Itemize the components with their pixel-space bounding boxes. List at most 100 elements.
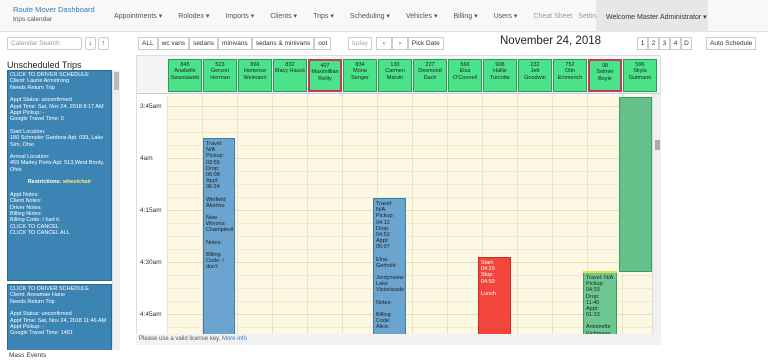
event-line: Appt: 06:24: [206, 178, 220, 191]
nav-item[interactable]: Imports ▾: [225, 12, 254, 20]
unscheduled-trips-list[interactable]: CLICK TO DRIVER SCHEDULE Client: Laurie A…: [7, 70, 120, 350]
driver-name: Macy Hauck: [274, 68, 306, 75]
nav-item[interactable]: Vehicles ▾: [406, 12, 438, 20]
calendar-event[interactable]: Travel: N/A Pickup: 03:55 Drop: 06:08 Appt: …: [203, 138, 235, 344]
calendar-event[interactable]: Start: 04:29 Stop: 04:59 Lunch: [478, 257, 511, 344]
driver-column-header[interactable]: 566 Elsa O'Connell: [448, 59, 482, 92]
event-line: Lunch: [481, 290, 496, 297]
calendar-scrollbar[interactable]: [652, 94, 661, 345]
driver-column-header[interactable]: 866 Hortense Weimann: [238, 59, 272, 92]
calendar-search-input[interactable]: Calendar Search: [7, 37, 82, 50]
view-button-1[interactable]: 2: [648, 37, 659, 50]
top-navbar: Route Mover Dashboard trips calendar App…: [0, 0, 768, 32]
trip-line: 459 Marley Ports Apt. 513,West Brody,: [10, 160, 105, 167]
half-line: [168, 184, 660, 185]
event-line: Drop: 04:52: [376, 225, 390, 239]
half-line: [168, 171, 660, 172]
view-button-3[interactable]: 4: [670, 37, 681, 50]
half-line: [168, 249, 660, 250]
event-line: Travel: N/A: [206, 141, 223, 154]
trip-card[interactable]: CLICK TO DRIVER SCHEDULE Client: Laurie A…: [7, 70, 112, 281]
driver-column-header[interactable]: 845 Anabelle Swaniawski: [168, 59, 202, 92]
driver-header-row: 845 Anabelle Swaniawski 523 Gerson Herman 86…: [137, 56, 660, 94]
event-line: Antoinette: [586, 324, 611, 331]
event-marker: [583, 271, 617, 273]
hour-line: [168, 262, 660, 263]
calendar-event[interactable]: Travel: N/A Pickup: 04:12 Drop: 04:52 Appt: …: [373, 198, 406, 344]
trip-line: 180 Schmeler Gardens Apt. 039, Lake: [10, 135, 104, 142]
driver-column-header[interactable]: 596 Skyla Gutmann: [623, 59, 657, 92]
driver-name: Olin Emmerich: [557, 68, 583, 81]
calendar-event[interactable]: [619, 97, 652, 272]
filter-button-4[interactable]: sedans & minivans: [251, 37, 315, 50]
driver-column-header[interactable]: 98 Selmer Boyle: [588, 59, 622, 92]
today-button[interactable]: today: [348, 37, 372, 50]
view-button-0[interactable]: 1: [637, 37, 648, 50]
mass-events-label[interactable]: Mass Events: [9, 352, 46, 359]
trips-scrollbar[interactable]: [112, 70, 120, 350]
nav-item[interactable]: Scheduling ▾: [350, 12, 390, 20]
half-line: [168, 223, 660, 224]
brand-subtitle: trips calendar: [13, 16, 53, 23]
time-gutter: [137, 95, 168, 344]
nav-item[interactable]: Rolodex ▾: [178, 12, 209, 20]
filter-button-0[interactable]: ALL: [138, 37, 158, 50]
event-line: Travel: N/A: [376, 201, 393, 214]
pick-date-button[interactable]: Pick Date: [407, 37, 444, 50]
brand-title[interactable]: Route Mover Dashboard: [13, 5, 95, 15]
half-line: [168, 132, 660, 133]
driver-name: Hortense Weimann: [243, 68, 267, 81]
filter-button-1[interactable]: wc vans: [157, 37, 190, 50]
driver-column-header[interactable]: 227 Desmond Dach: [413, 59, 447, 92]
date-nav-group: today ‹ › Pick Date: [348, 37, 444, 50]
event-line: Drop: 06:08: [206, 165, 220, 179]
current-date: November 24, 2018: [500, 35, 602, 47]
event-line: Alice.: [376, 324, 390, 331]
nav-item[interactable]: Clients ▾: [270, 12, 297, 20]
driver-column-header[interactable]: 908 Hallie Turcotte: [483, 59, 517, 92]
nav-item[interactable]: Users ▾: [494, 12, 518, 20]
driver-column-header[interactable]: 407 Maximillian Reilly: [308, 59, 342, 92]
driver-column-header[interactable]: 832 Macy Hauck: [273, 59, 307, 92]
prev-button[interactable]: ‹: [375, 37, 392, 50]
more-info-link[interactable]: More info: [222, 336, 247, 342]
event-line: Appt: 01:33: [586, 306, 600, 319]
driver-name: Selmer Boyle: [596, 69, 614, 82]
cheat-sheet-link[interactable]: Cheat Sheet: [533, 13, 572, 20]
driver-column-header[interactable]: 130 Carmen Marvin: [378, 59, 412, 92]
view-group: 1234D: [637, 37, 692, 50]
event-line: Champlevil: [206, 227, 234, 234]
filter-button-3[interactable]: minivans: [218, 37, 252, 50]
filter-button-2[interactable]: sedans: [189, 37, 219, 50]
driver-name: Carmen Marvin: [385, 68, 405, 81]
driver-column-header[interactable]: 232 Jett Goodwin: [518, 59, 552, 92]
trip-line: Google Travel Time: 1451: [10, 330, 73, 337]
filter-button-5[interactable]: oot: [314, 37, 332, 50]
driver-column-header[interactable]: 523 Gerson Herman: [203, 59, 237, 92]
nav-item[interactable]: Billing ▾: [453, 12, 477, 20]
event-line: Start: 04:29: [481, 260, 495, 273]
trip-card[interactable]: CLICK TO DRIVER SCHEDULE Client: Annamae …: [7, 284, 112, 350]
auto-schedule-button[interactable]: Auto Schedule: [706, 37, 757, 50]
main-nav: Appointments ▾ Rolodex ▾ Imports ▾ Clients …: [114, 12, 610, 21]
auto-group: Auto Schedule: [706, 37, 757, 50]
scroll-up-button[interactable]: ↑: [98, 37, 109, 50]
time-grid[interactable]: 3:45am 4am 4:15am 4:30am 4:45am Travel: N/A Pi…: [137, 95, 660, 344]
time-label: 4:45am: [140, 311, 162, 318]
scroll-down-button[interactable]: ↓: [85, 37, 96, 50]
hour-line: [168, 210, 660, 211]
restr-value: wheelchair: [62, 179, 92, 186]
user-menu[interactable]: Welcome Master Administrator ▾: [596, 0, 708, 32]
next-button[interactable]: ›: [391, 37, 408, 50]
half-line: [168, 197, 660, 198]
restr-label: Restrictions:: [27, 179, 62, 186]
event-line: don't: [206, 264, 218, 271]
nav-item[interactable]: Trips ▾: [313, 12, 334, 20]
driver-column-header[interactable]: 752 Olin Emmerich: [553, 59, 587, 92]
view-button-2[interactable]: 3: [659, 37, 670, 50]
nav-item[interactable]: Appointments ▾: [114, 12, 162, 20]
time-label: 4am: [140, 155, 153, 162]
view-button-4[interactable]: D: [681, 37, 692, 50]
driver-column-header[interactable]: 834 Mona Senger: [343, 59, 377, 92]
trip-note[interactable]: CLICK TO CANCEL ALL: [10, 230, 109, 236]
